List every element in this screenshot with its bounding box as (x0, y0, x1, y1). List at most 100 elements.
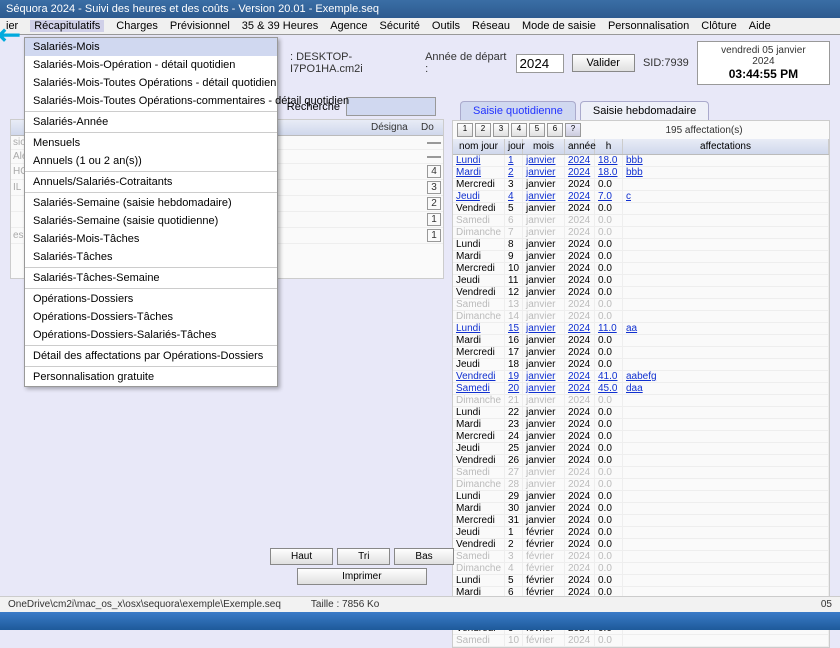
grid-row[interactable]: Dimanche28janvier20240.0 (453, 479, 829, 491)
grid-row[interactable]: Dimanche7janvier20240.0 (453, 227, 829, 239)
dropdown-item[interactable]: Opérations-Dossiers (25, 290, 277, 308)
menu-mode-de-saisie[interactable]: Mode de saisie (522, 20, 596, 32)
haut-button[interactable]: Haut (270, 548, 333, 565)
bas-button[interactable]: Bas (394, 548, 453, 565)
dropdown-item[interactable]: Annuels (1 ou 2 an(s)) (25, 152, 277, 170)
dropdown-item[interactable]: Opérations-Dossiers-Salariés-Tâches (25, 326, 277, 344)
grid-row[interactable]: Jeudi18janvier20240.0 (453, 359, 829, 371)
grid-row[interactable]: Lundi5février20240.0 (453, 575, 829, 587)
imprimer-button[interactable]: Imprimer (297, 568, 426, 585)
pager: 1 2 3 4 5 6 ? 195 affectation(s) (453, 121, 829, 139)
grid-row[interactable]: Dimanche21janvier20240.0 (453, 395, 829, 407)
page-3[interactable]: 3 (493, 123, 509, 137)
grid-row[interactable]: Mercredi24janvier20240.0 (453, 431, 829, 443)
grid-row[interactable]: Mercredi17janvier20240.0 (453, 347, 829, 359)
dropdown-item[interactable]: Détail des affectations par Opérations-D… (25, 347, 277, 365)
tri-button[interactable]: Tri (337, 548, 390, 565)
status-bar: OneDrive\cm2i\mac_os_x\osx\sequora\exemp… (0, 596, 840, 612)
hdr-nom[interactable]: nom jour (453, 139, 505, 154)
grid-row[interactable]: Mardi16janvier20240.0 (453, 335, 829, 347)
dropdown-item[interactable]: Salariés-Mois-Opération - détail quotidi… (25, 56, 277, 74)
menu-r-capitulatifs[interactable]: Récapitulatifs (30, 20, 104, 32)
menu-r-seau[interactable]: Réseau (472, 20, 510, 32)
search-input[interactable] (346, 97, 436, 116)
page-more[interactable]: ? (565, 123, 581, 137)
grid-row[interactable]: Samedi27janvier20240.0 (453, 467, 829, 479)
menu-bar: ierRécapitulatifsChargesPrévisionnel35 &… (0, 18, 840, 35)
tab-saisie-quotidienne[interactable]: Saisie quotidienne (460, 101, 576, 120)
page-1[interactable]: 1 (457, 123, 473, 137)
dropdown-item[interactable]: Mensuels (25, 134, 277, 152)
grid-row[interactable]: Lundi29janvier20240.0 (453, 491, 829, 503)
dropdown-item[interactable]: Salariés-Mois-Toutes Opérations-commenta… (25, 92, 277, 110)
menu-pr-visionnel[interactable]: Prévisionnel (170, 20, 230, 32)
grid-row[interactable]: Lundi1janvier202418.0bbb (453, 155, 829, 167)
menu-personnalisation[interactable]: Personnalisation (608, 20, 689, 32)
dropdown-item[interactable]: Salariés-Année (25, 113, 277, 131)
hdr-jour[interactable]: jour (505, 139, 523, 154)
grid-row[interactable]: Jeudi1février20240.0 (453, 527, 829, 539)
grid-row[interactable]: Mercredi10janvier20240.0 (453, 263, 829, 275)
dropdown-item[interactable]: Salariés-Semaine (saisie quotidienne) (25, 212, 277, 230)
grid-row[interactable]: Jeudi11janvier20240.0 (453, 275, 829, 287)
grid-row[interactable]: Vendredi19janvier202441.0aabefg (453, 371, 829, 383)
menu-aide[interactable]: Aide (749, 20, 771, 32)
menu-cl-ture[interactable]: Clôture (701, 20, 736, 32)
dropdown-item[interactable]: Annuels/Salariés-Cotraitants (25, 173, 277, 191)
grid-row[interactable]: Jeudi4janvier20247.0c (453, 191, 829, 203)
menu-charges[interactable]: Charges (116, 20, 158, 32)
grid-body[interactable]: Lundi1janvier202418.0bbbMardi2janvier202… (453, 155, 829, 647)
grid-row[interactable]: Mercredi31janvier20240.0 (453, 515, 829, 527)
grid-row[interactable]: Mercredi3janvier20240.0 (453, 179, 829, 191)
grid-row[interactable]: Samedi20janvier202445.0daa (453, 383, 829, 395)
grid-row[interactable]: Samedi6janvier20240.0 (453, 215, 829, 227)
hdr-h[interactable]: h (595, 139, 623, 154)
grid-row[interactable]: Vendredi2février20240.0 (453, 539, 829, 551)
dropdown-item[interactable]: Salariés-Semaine (saisie hebdomadaire) (25, 194, 277, 212)
status-path: OneDrive\cm2i\mac_os_x\osx\sequora\exemp… (8, 599, 281, 610)
os-taskbar[interactable] (0, 612, 840, 630)
time-text: 03:44:55 PM (712, 67, 815, 81)
menu-s-curit-[interactable]: Sécurité (380, 20, 420, 32)
status-right: 05 (821, 599, 832, 610)
sid-label: SID:7939 (643, 57, 689, 69)
grid-row[interactable]: Samedi10février20240.0 (453, 635, 829, 647)
grid-row[interactable]: Mardi30janvier20240.0 (453, 503, 829, 515)
menu--heures[interactable]: 35 & 39 Heures (242, 20, 318, 32)
page-4[interactable]: 4 (511, 123, 527, 137)
grid-row[interactable]: Lundi22janvier20240.0 (453, 407, 829, 419)
page-5[interactable]: 5 (529, 123, 545, 137)
menu-outils[interactable]: Outils (432, 20, 460, 32)
right-panel: Saisie quotidienne Saisie hebdomadaire 1… (452, 97, 830, 625)
grid-row[interactable]: Samedi13janvier20240.0 (453, 299, 829, 311)
grid-row[interactable]: Vendredi12janvier20240.0 (453, 287, 829, 299)
grid-row[interactable]: Lundi8janvier20240.0 (453, 239, 829, 251)
dropdown-item[interactable]: Personnalisation gratuite (25, 368, 277, 386)
grid-row[interactable]: Dimanche14janvier20240.0 (453, 311, 829, 323)
dropdown-item[interactable]: Salariés-Mois-Toutes Opérations - détail… (25, 74, 277, 92)
menu-agence[interactable]: Agence (330, 20, 367, 32)
grid-row[interactable]: Lundi15janvier202411.0aa (453, 323, 829, 335)
dropdown-item[interactable]: Salariés-Mois (25, 38, 277, 56)
hdr-annee[interactable]: année (565, 139, 595, 154)
tab-saisie-hebdo[interactable]: Saisie hebdomadaire (580, 101, 709, 120)
hdr-affect[interactable]: affectations (623, 139, 829, 154)
hdr-mois[interactable]: mois (523, 139, 565, 154)
dropdown-item[interactable]: Salariés-Tâches-Semaine (25, 269, 277, 287)
grid-row[interactable]: Mardi9janvier20240.0 (453, 251, 829, 263)
grid-row[interactable]: Samedi3février20240.0 (453, 551, 829, 563)
grid-row[interactable]: Vendredi5janvier20240.0 (453, 203, 829, 215)
grid-header: nom jour jour mois année h affectations (453, 139, 829, 155)
dropdown-item[interactable]: Opérations-Dossiers-Tâches (25, 308, 277, 326)
dropdown-item[interactable]: Salariés-Tâches (25, 248, 277, 266)
grid-row[interactable]: Mardi2janvier202418.0bbb (453, 167, 829, 179)
annee-input[interactable] (516, 54, 564, 73)
dropdown-item[interactable]: Salariés-Mois-Tâches (25, 230, 277, 248)
grid-row[interactable]: Dimanche4février20240.0 (453, 563, 829, 575)
valider-button[interactable]: Valider (572, 54, 635, 72)
grid-row[interactable]: Mardi23janvier20240.0 (453, 419, 829, 431)
page-2[interactable]: 2 (475, 123, 491, 137)
page-6[interactable]: 6 (547, 123, 563, 137)
grid-row[interactable]: Vendredi26janvier20240.0 (453, 455, 829, 467)
grid-row[interactable]: Jeudi25janvier20240.0 (453, 443, 829, 455)
